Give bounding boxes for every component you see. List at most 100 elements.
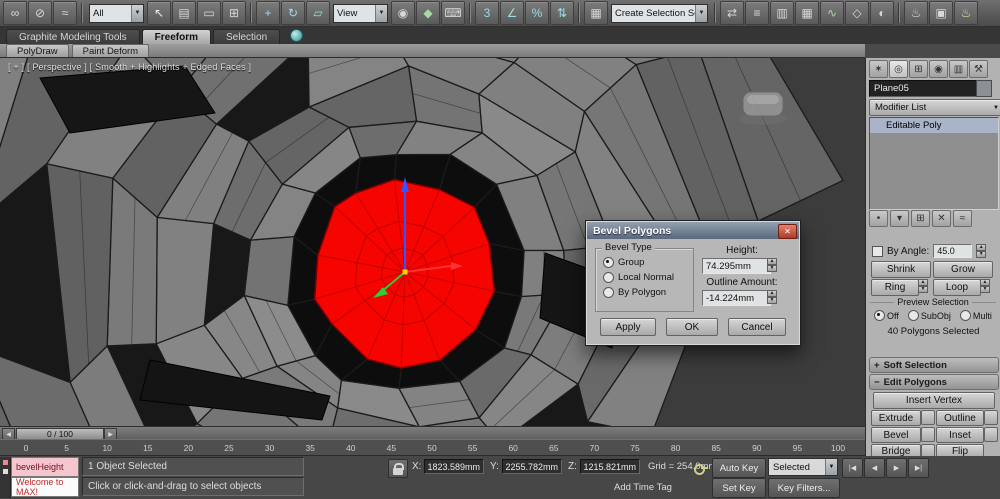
- select-and-rotate-icon[interactable]: ↻: [281, 1, 305, 25]
- preview-multi-radio[interactable]: Multi: [959, 310, 992, 321]
- bind-to-spacewarp-icon[interactable]: ≈: [53, 1, 77, 25]
- ring-button[interactable]: Ring: [871, 279, 919, 296]
- tab-polydraw[interactable]: PolyDraw: [6, 44, 69, 57]
- select-object-icon[interactable]: ↖: [147, 1, 171, 25]
- radio-local-normal[interactable]: Local Normal: [596, 270, 693, 285]
- tab-hierarchy[interactable]: ⊞: [909, 60, 928, 78]
- radio-icon[interactable]: [603, 272, 614, 283]
- preview-subobj-radio[interactable]: SubObj: [907, 310, 951, 321]
- by-angle-field[interactable]: 45.0: [933, 244, 973, 258]
- radio-group[interactable]: Group: [596, 255, 693, 270]
- radio-icon[interactable]: [603, 257, 614, 268]
- key-filters-button[interactable]: Key Filters...: [768, 478, 840, 498]
- play-button[interactable]: ▶: [886, 458, 907, 478]
- selection-filter-dropdown[interactable]: All ▼: [89, 3, 144, 23]
- use-pivot-center-icon[interactable]: ◉: [391, 1, 415, 25]
- viewport-label[interactable]: [ + ] [ Perspective ] [ Smooth + Highlig…: [8, 62, 251, 72]
- macro-recorder-line[interactable]: bevelHeight: [11, 457, 79, 477]
- go-to-end-button[interactable]: ▶|: [908, 458, 929, 478]
- selection-lock-icon[interactable]: [388, 459, 408, 478]
- curve-editor-icon[interactable]: ∿: [820, 1, 844, 25]
- shrink-button[interactable]: Shrink: [871, 261, 931, 278]
- soft-selection-rollout[interactable]: + Soft Selection: [869, 357, 999, 373]
- tab-graphite-modeling-tools[interactable]: Graphite Modeling Tools: [6, 29, 140, 44]
- close-icon[interactable]: ✕: [778, 224, 797, 239]
- outline-settings-icon[interactable]: [984, 410, 998, 425]
- spinner-snap-icon[interactable]: ⇅: [550, 1, 574, 25]
- tab-utilities[interactable]: ⚒: [969, 60, 988, 78]
- unlink-selection-icon[interactable]: ⊘: [28, 1, 52, 25]
- material-editor-icon[interactable]: ◐: [870, 1, 894, 25]
- stack-item-editable-poly[interactable]: Editable Poly: [870, 118, 998, 133]
- tab-motion[interactable]: ◉: [929, 60, 948, 78]
- select-and-move-icon[interactable]: +: [256, 1, 280, 25]
- selection-region-icon[interactable]: ▭: [197, 1, 221, 25]
- show-end-result-icon[interactable]: ▾: [890, 210, 909, 227]
- mirror-icon[interactable]: ⇄: [720, 1, 744, 25]
- gizmo-center[interactable]: [402, 269, 408, 275]
- preview-off-radio[interactable]: Off: [874, 310, 899, 321]
- angle-snap-icon[interactable]: ∠: [500, 1, 524, 25]
- z-coordinate-field[interactable]: 1215.821mm: [580, 459, 640, 474]
- edit-named-selections-icon[interactable]: ▦: [584, 1, 608, 25]
- render-setup-icon[interactable]: ♨: [904, 1, 928, 25]
- tab-modify[interactable]: ◎: [889, 60, 908, 78]
- inset-settings-icon[interactable]: [984, 427, 998, 442]
- auto-key-button[interactable]: Auto Key: [712, 458, 766, 478]
- go-to-start-button[interactable]: |◀: [842, 458, 863, 478]
- by-angle-spinner[interactable]: ▲ ▼: [976, 244, 987, 258]
- radio-by-polygon[interactable]: By Polygon: [596, 285, 693, 300]
- window-crossing-icon[interactable]: ⊞: [222, 1, 246, 25]
- rendered-frame-icon[interactable]: ▣: [929, 1, 953, 25]
- grow-button[interactable]: Grow: [933, 261, 993, 278]
- viewcube-icon[interactable]: [735, 86, 791, 126]
- select-and-manipulate-icon[interactable]: ◆: [416, 1, 440, 25]
- configure-modifier-sets-icon[interactable]: ≈: [953, 210, 972, 227]
- tab-selection[interactable]: Selection: [213, 29, 281, 44]
- extrude-button[interactable]: Extrude: [871, 410, 921, 426]
- loop-button[interactable]: Loop: [933, 279, 981, 296]
- schematic-view-icon[interactable]: ◇: [845, 1, 869, 25]
- select-and-scale-icon[interactable]: ▱: [306, 1, 330, 25]
- tab-paint-deform[interactable]: Paint Deform: [71, 44, 150, 57]
- previous-frame-button[interactable]: ◀: [864, 458, 885, 478]
- apply-button[interactable]: Apply: [600, 318, 656, 336]
- height-field[interactable]: 74.295mm: [702, 258, 771, 274]
- add-time-tag[interactable]: Add Time Tag: [614, 482, 672, 493]
- time-slider[interactable]: ◀ 0 / 100 ▶: [0, 426, 865, 440]
- remove-modifier-icon[interactable]: ✕: [932, 210, 951, 227]
- by-angle-checkbox[interactable]: [872, 245, 883, 257]
- track-bar[interactable]: 0 5 10 15 20 25 30 35 40 45 50 55 60 65 70 75 80 85 90 95 10…: [0, 439, 865, 456]
- bevel-button[interactable]: Bevel: [871, 427, 921, 443]
- graphite-ribbon-icon[interactable]: ▦: [795, 1, 819, 25]
- outline-button[interactable]: Outline: [936, 410, 984, 426]
- select-and-link-icon[interactable]: ∞: [3, 1, 27, 25]
- ring-spinner[interactable]: ▲ ▼: [918, 279, 928, 293]
- percent-snap-icon[interactable]: %: [525, 1, 549, 25]
- key-mode-dropdown[interactable]: Selected ▼: [768, 458, 838, 476]
- cancel-button[interactable]: Cancel: [728, 318, 786, 336]
- loop-spinner[interactable]: ▲ ▼: [980, 279, 990, 293]
- dialog-title-bar[interactable]: Bevel Polygons: [587, 222, 799, 239]
- align-icon[interactable]: ≡: [745, 1, 769, 25]
- maxscript-listener-line[interactable]: Welcome to MAX!: [11, 477, 79, 497]
- inset-button[interactable]: Inset: [936, 427, 984, 443]
- maxscript-listener-gutter[interactable]: [0, 457, 11, 498]
- modifier-stack[interactable]: Editable Poly: [869, 117, 999, 210]
- insert-vertex-button[interactable]: Insert Vertex: [873, 392, 995, 409]
- y-coordinate-field[interactable]: 2255.782mm: [502, 459, 562, 474]
- pin-stack-icon[interactable]: •: [869, 210, 888, 227]
- radio-icon[interactable]: [603, 287, 614, 298]
- tab-display[interactable]: ▥: [949, 60, 968, 78]
- set-key-button[interactable]: Set Key: [712, 478, 766, 498]
- height-spinner[interactable]: ▲ ▼: [767, 258, 777, 272]
- make-unique-icon[interactable]: ⊞: [911, 210, 930, 227]
- snap-toggle-3d-icon[interactable]: 3: [475, 1, 499, 25]
- modifier-list-dropdown[interactable]: Modifier List ▼: [869, 99, 1000, 116]
- outline-spinner[interactable]: ▲ ▼: [767, 290, 777, 304]
- outline-amount-field[interactable]: -14.224mm: [702, 290, 771, 306]
- reference-coordinate-dropdown[interactable]: View ▼: [333, 3, 388, 23]
- ribbon-config-icon[interactable]: [290, 29, 304, 42]
- x-coordinate-field[interactable]: 1823.589mm: [424, 459, 484, 474]
- layer-manager-icon[interactable]: ▥: [770, 1, 794, 25]
